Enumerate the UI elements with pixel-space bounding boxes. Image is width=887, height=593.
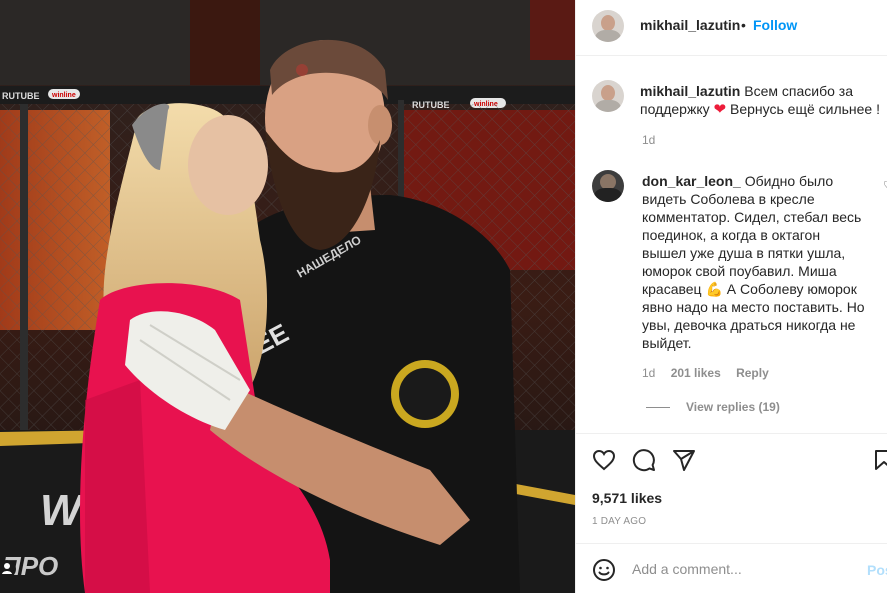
separator-dot: • bbox=[741, 17, 746, 33]
view-replies-line bbox=[646, 406, 670, 408]
post-actions: 9,571 likes 1 DAY AGO bbox=[576, 433, 887, 543]
comment-icon[interactable] bbox=[632, 448, 656, 472]
man-ear bbox=[368, 105, 392, 145]
photo-illustration: RUTUBE winline RUTUBE winline WIN ПРО НА… bbox=[0, 0, 575, 593]
comment-like-icon[interactable]: ♡ bbox=[883, 179, 887, 192]
comment-text: don_kar_leon_ Обидно было видеть Соболев… bbox=[642, 172, 868, 352]
tag-icon-head bbox=[4, 563, 10, 569]
comment-meta: 1d 201 likes Reply bbox=[642, 366, 781, 380]
post-comment-button[interactable]: Post bbox=[867, 562, 887, 578]
ceiling-window bbox=[190, 0, 260, 85]
sweater-shadow bbox=[85, 380, 150, 593]
reply-button[interactable]: Reply bbox=[736, 366, 769, 380]
comment-likes[interactable]: 201 likes bbox=[671, 366, 721, 380]
commenter-avatar[interactable] bbox=[592, 170, 624, 202]
woman-face bbox=[188, 115, 268, 215]
sleeve-patch-inner bbox=[399, 368, 451, 420]
post-side-panel: mikhail_lazutin • Follow mikhail_lazutin… bbox=[575, 0, 887, 593]
caption-avatar[interactable] bbox=[592, 80, 624, 112]
post-header: mikhail_lazutin • Follow bbox=[576, 0, 887, 56]
comments-section[interactable]: mikhail_lazutin Всем спасибо за поддержк… bbox=[576, 57, 887, 433]
post-timestamp[interactable]: 1 DAY AGO bbox=[592, 516, 646, 527]
commenter-username[interactable]: don_kar_leon_ bbox=[642, 173, 741, 189]
red-heart-icon: ❤ bbox=[713, 101, 727, 118]
banner-rutube-1: RUTUBE bbox=[2, 91, 40, 101]
man-bruise bbox=[296, 64, 308, 76]
author-username[interactable]: mikhail_lazutin bbox=[640, 17, 740, 33]
add-comment-bar: Post bbox=[576, 543, 887, 593]
heart-icon[interactable] bbox=[592, 448, 616, 472]
post-likes-count[interactable]: 9,571 likes bbox=[592, 490, 662, 506]
caption-body-end: Вернусь ещё сильнее ! bbox=[729, 101, 880, 117]
post-photo[interactable]: RUTUBE winline RUTUBE winline WIN ПРО НА… bbox=[0, 0, 575, 593]
comment-input[interactable] bbox=[632, 558, 852, 580]
bookmark-icon[interactable] bbox=[872, 448, 887, 472]
follow-button[interactable]: Follow bbox=[753, 17, 797, 33]
view-replies-button[interactable]: View replies (19) bbox=[646, 400, 780, 414]
banner-winline-1: winline bbox=[51, 92, 76, 99]
caption-timestamp[interactable]: 1d bbox=[642, 133, 655, 147]
caption-text: mikhail_lazutin Всем спасибо за поддержк… bbox=[640, 82, 885, 119]
comment-timestamp[interactable]: 1d bbox=[642, 366, 655, 380]
flexed-biceps-icon: 💪 bbox=[705, 281, 723, 297]
share-icon[interactable] bbox=[672, 448, 696, 472]
caption-username[interactable]: mikhail_lazutin bbox=[640, 83, 740, 99]
red-door bbox=[530, 0, 575, 60]
author-avatar[interactable] bbox=[592, 10, 624, 42]
view-replies-label: View replies (19) bbox=[686, 400, 780, 414]
emoji-icon[interactable] bbox=[592, 558, 616, 582]
cage-post-left bbox=[20, 104, 28, 434]
comment-body: Обидно было видеть Соболева в кресле ком… bbox=[642, 173, 862, 297]
